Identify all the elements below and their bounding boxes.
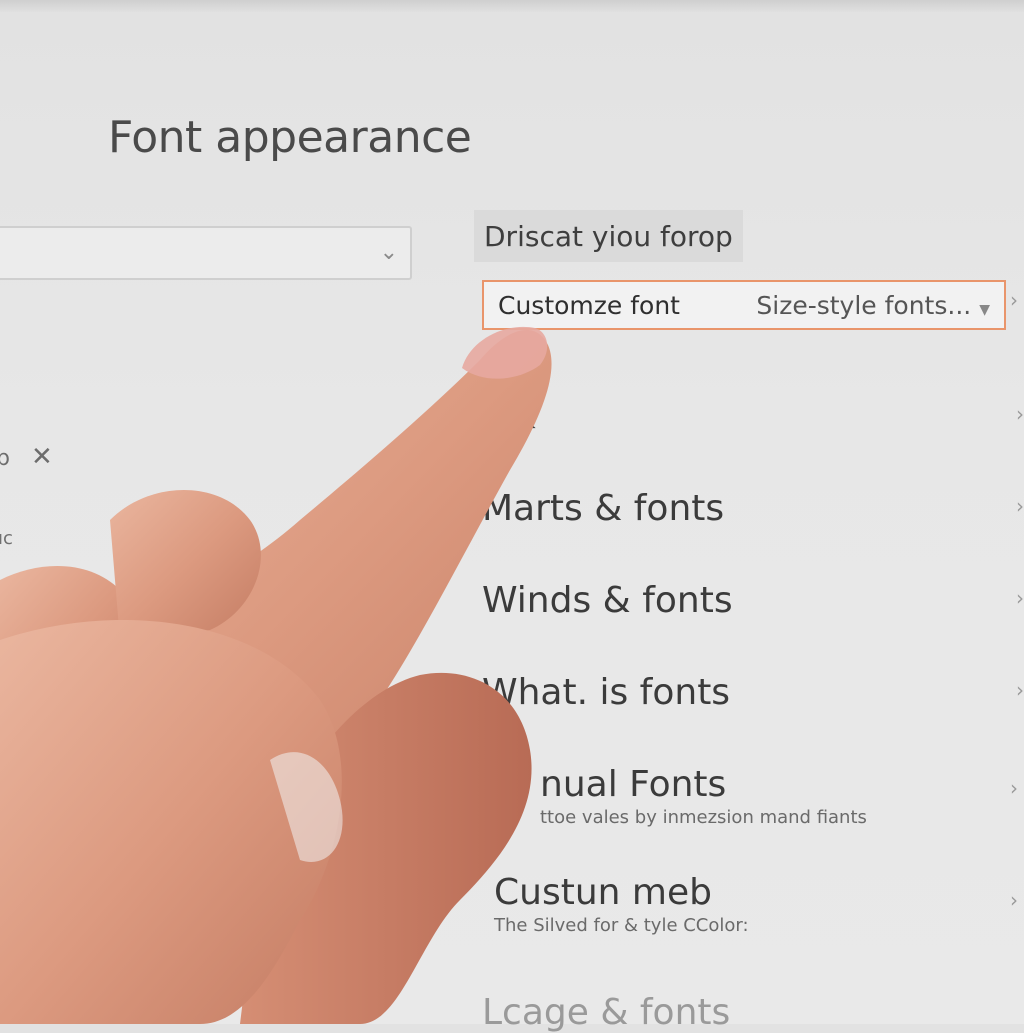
menu-item[interactable]: Winds & fonts › — [482, 580, 1024, 621]
customize-font-value: Size-style fonts... ▼ — [756, 291, 990, 320]
menu-item[interactable]: ınk › — [482, 396, 1024, 437]
font-select-dropdown[interactable]: ⌄ — [0, 226, 412, 280]
caret-down-icon: ▼ — [979, 301, 990, 318]
left-fragment-text: ıc — [0, 528, 13, 549]
menu-item-label: nual Fonts — [540, 764, 727, 805]
menu-item[interactable]: nual Fonts ttoe vales by inmezsion mand … — [540, 764, 1024, 828]
customize-font-dropdown[interactable]: Customze font Size-style fonts... ▼ — [482, 280, 1006, 330]
menu-item[interactable]: Custun meb The Silved for & tyle CColor: — [494, 872, 1024, 936]
menu-item-label: Marts & fonts — [482, 488, 725, 529]
section-label-text: Driscat yiou forop — [484, 219, 733, 253]
section-label: Driscat yiou forop — [474, 210, 743, 262]
menu-item[interactable]: What. is fonts › — [482, 672, 1024, 713]
menu-item-subtitle: ttoe vales by inmezsion mand fiants — [540, 807, 867, 828]
menu-item-label: Custun meb — [494, 872, 712, 913]
screen-bezel — [0, 0, 1024, 12]
customize-font-label: Customze font — [498, 290, 680, 320]
menu-item-label: What. is fonts — [482, 672, 731, 713]
chevron-right-icon: › — [1010, 888, 1018, 912]
menu-item[interactable]: Marts & fonts › — [482, 488, 1024, 529]
chevron-right-icon: › — [1016, 678, 1024, 702]
left-chip-label: p — [0, 446, 10, 471]
customize-font-value-text: Size-style fonts... — [756, 290, 972, 320]
chevron-right-icon: › — [1010, 288, 1018, 312]
chevron-right-icon: › — [1016, 402, 1024, 426]
page-title: Font appearance — [108, 112, 472, 163]
menu-item-label: ınk — [482, 396, 536, 437]
menu-item-subtitle: The Silved for & tyle CColor: — [494, 915, 749, 936]
chevron-right-icon: › — [1010, 776, 1018, 800]
chevron-right-icon: › — [1016, 586, 1024, 610]
close-icon[interactable]: ✕ — [31, 442, 53, 472]
menu-item-label: Winds & fonts — [482, 580, 733, 621]
left-filter-chip: p ✕ — [0, 442, 53, 472]
chevron-down-icon: ⌄ — [379, 240, 398, 265]
chevron-right-icon: › — [1016, 494, 1024, 518]
menu-item[interactable]: Lcage & fonts — [482, 992, 1024, 1033]
menu-item-label: Lcage & fonts — [482, 992, 731, 1033]
